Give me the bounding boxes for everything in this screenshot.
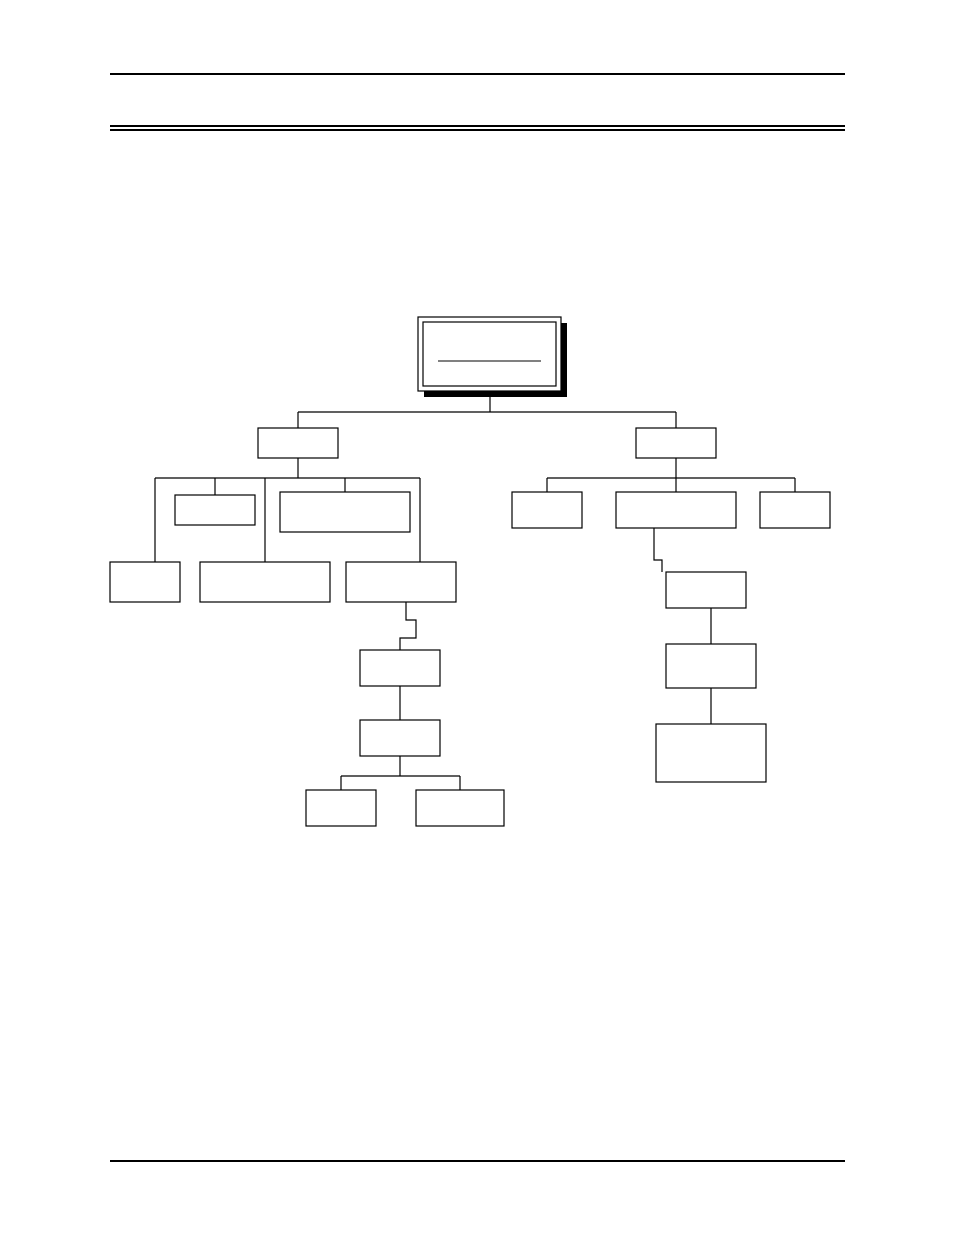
node-l4-r-a	[666, 572, 746, 608]
node-l7-l-b	[416, 790, 504, 826]
node-l5-r	[666, 644, 756, 688]
page	[0, 0, 954, 1235]
node-l3-r-a	[512, 492, 582, 528]
node-l4-l-a	[110, 562, 180, 602]
node-l3-r-c	[760, 492, 830, 528]
node-l6-r	[656, 724, 766, 782]
node-l4-l-c	[346, 562, 456, 602]
connector-16	[654, 528, 662, 572]
node-l3-r-b	[616, 492, 736, 528]
connector-17	[400, 602, 416, 650]
node-l7-l-a	[306, 790, 376, 826]
node-l2-right	[636, 428, 716, 458]
node-l5-l	[360, 650, 440, 686]
node-l3-l-a	[175, 495, 255, 525]
node-l6-l	[360, 720, 440, 756]
node-l3-l-b	[280, 492, 410, 532]
org-chart	[0, 0, 954, 1235]
node-l4-l-b	[200, 562, 330, 602]
node-l2-left	[258, 428, 338, 458]
root-inner	[423, 322, 556, 386]
